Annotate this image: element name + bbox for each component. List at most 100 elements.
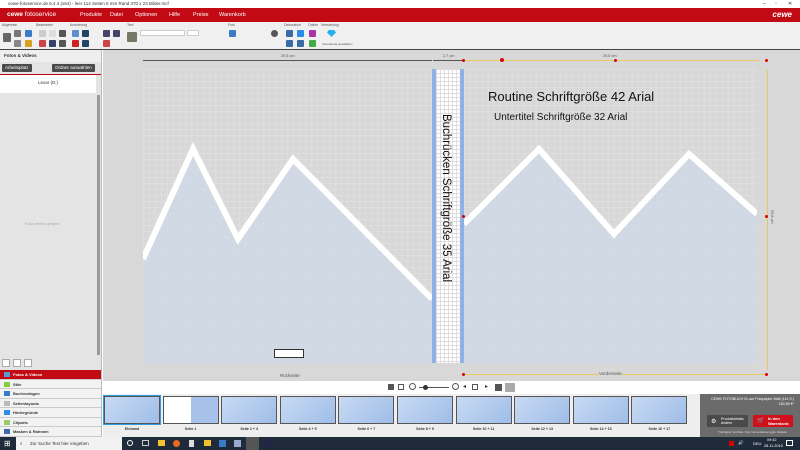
front-cover[interactable]: Routine Schriftgröße 42 Arial Untertitel… [464, 69, 757, 363]
copy-icon[interactable] [49, 40, 56, 47]
open-icon[interactable] [25, 30, 32, 37]
font-size-select[interactable] [187, 30, 199, 36]
editor-canvas[interactable]: 29,5 cm 2,7 cm 29,5 cm 29,8 cm Buchrücke… [103, 50, 800, 381]
subtitle-text[interactable]: Untertitel Schriftgröße 32 Arial [494, 112, 627, 123]
menu-datei[interactable]: Datei [110, 12, 123, 18]
folder-button[interactable]: Ordner auswählen [52, 64, 95, 72]
section-stile[interactable]: Stile [0, 379, 101, 389]
crop-icon[interactable] [297, 40, 304, 47]
task-view-icon[interactable] [142, 440, 149, 446]
undo-icon[interactable] [39, 30, 46, 37]
add-text-icon[interactable] [127, 32, 137, 42]
sort-icon[interactable] [24, 359, 32, 367]
thumbnail-page[interactable] [631, 396, 688, 424]
cut-icon[interactable] [39, 40, 46, 47]
notification-icon[interactable] [786, 440, 793, 446]
diamond-icon[interactable] [327, 30, 336, 37]
mail-icon[interactable] [204, 440, 211, 446]
zoom-out-icon[interactable] [409, 383, 416, 390]
cewe-app-icon[interactable] [246, 437, 259, 450]
menu-optionen[interactable]: Optionen [135, 12, 157, 18]
section-cliparts[interactable]: Cliparts [0, 417, 101, 427]
handle[interactable] [765, 373, 768, 376]
back-cover[interactable] [143, 69, 432, 363]
thumbnail-page[interactable] [162, 396, 219, 424]
section-buchvorlagen[interactable]: Buchvorlagen [0, 389, 101, 399]
explorer-icon[interactable] [158, 440, 165, 446]
thumbnail-page[interactable] [397, 396, 453, 424]
windows-start-icon[interactable]: ⊞ [4, 439, 11, 448]
menu-preise[interactable]: Preise [193, 12, 209, 18]
ball-icon[interactable] [271, 30, 278, 37]
section-masken-rahmen[interactable]: Masken & Rahmen [0, 427, 101, 437]
zoom-in-icon[interactable] [2, 359, 10, 367]
handle[interactable] [462, 59, 465, 62]
tools-icon[interactable] [25, 40, 32, 47]
rotate-back-icon[interactable] [82, 40, 89, 47]
clock-time[interactable]: 09:42 [767, 438, 777, 442]
menu-warenkorb[interactable]: Warenkorb [219, 12, 246, 18]
new-icon[interactable] [14, 30, 21, 37]
drive-item[interactable]: Lexar (D:) [0, 75, 96, 93]
section-fotos-videos[interactable]: Fotos & Videos [0, 370, 101, 380]
add-photo-icon[interactable] [229, 30, 236, 37]
workspace-button[interactable]: Arbeitsplatz [2, 64, 32, 72]
preview-icon[interactable] [505, 383, 515, 392]
app-icon[interactable] [264, 440, 271, 447]
frame-icon[interactable] [286, 30, 293, 37]
handle[interactable] [765, 59, 768, 62]
spine[interactable]: Buchrücken Schriftgröße 35 Arial [432, 69, 464, 363]
menu-produkte[interactable]: Produkte [80, 12, 102, 18]
zoom-slider-thumb[interactable] [423, 385, 428, 390]
back-icon[interactable] [113, 30, 120, 37]
front-icon[interactable] [103, 30, 110, 37]
veredelung-select[interactable]: Veredelung auswählen [322, 42, 352, 46]
handle[interactable] [462, 215, 465, 218]
handle[interactable] [765, 215, 768, 218]
prev-page-icon[interactable]: ◂ [463, 383, 466, 390]
single-view-icon[interactable] [388, 384, 394, 390]
cortana-icon[interactable] [127, 440, 133, 446]
handle[interactable] [614, 59, 617, 62]
grid-view-icon[interactable] [398, 384, 404, 390]
title-text[interactable]: Routine Schriftgröße 42 Arial [488, 89, 654, 104]
language-indicator[interactable]: DEU [753, 441, 761, 446]
gear-icon[interactable] [14, 40, 21, 47]
background-icon[interactable] [286, 40, 293, 47]
app-icon[interactable] [219, 440, 226, 447]
minimize-button[interactable]: – [763, 0, 766, 8]
thumbnail-page[interactable] [279, 396, 336, 424]
app-icon[interactable] [234, 440, 241, 447]
thumbnail-page[interactable] [338, 396, 395, 424]
handle-center[interactable] [500, 58, 504, 62]
thumbnail-page[interactable] [572, 396, 629, 424]
thumbnail-cover[interactable] [103, 395, 161, 425]
save-icon[interactable] [3, 33, 11, 42]
online-icon[interactable] [309, 30, 316, 37]
section-hintergruende[interactable]: Hintergründe [0, 408, 101, 418]
redo-icon[interactable] [49, 30, 56, 37]
firefox-icon[interactable] [173, 440, 180, 447]
add-to-cart-button[interactable]: 🛒 In den Warenkorb [753, 415, 793, 427]
volume-icon[interactable]: 🔊 [738, 440, 744, 446]
scrollbar[interactable] [97, 95, 100, 355]
clipart-icon[interactable] [297, 30, 304, 37]
handle[interactable] [462, 373, 465, 376]
fit-icon[interactable] [472, 384, 478, 390]
delete-icon[interactable] [59, 30, 66, 37]
zoom-out-icon[interactable] [13, 359, 21, 367]
spine-text[interactable]: Buchrücken Schriftgröße 35 Arial [440, 114, 452, 282]
rotate-icon[interactable] [495, 384, 502, 391]
thumbnail-page[interactable] [455, 396, 512, 424]
product-details-button[interactable]: ⚙ Produktdetails ändern [707, 415, 748, 427]
tray-icon[interactable] [729, 441, 734, 446]
rotate-icon[interactable] [82, 30, 89, 37]
align-icon[interactable] [72, 30, 79, 37]
next-page-icon[interactable]: ▸ [485, 383, 488, 390]
calculator-icon[interactable] [189, 440, 194, 447]
paste-icon[interactable] [59, 40, 66, 47]
close-button[interactable]: ✕ [788, 0, 792, 8]
clock-date[interactable]: 28.11.2019 [764, 444, 783, 448]
section-seitenlayouts[interactable]: Seitenlayouts [0, 398, 101, 408]
font-select[interactable] [140, 30, 185, 36]
